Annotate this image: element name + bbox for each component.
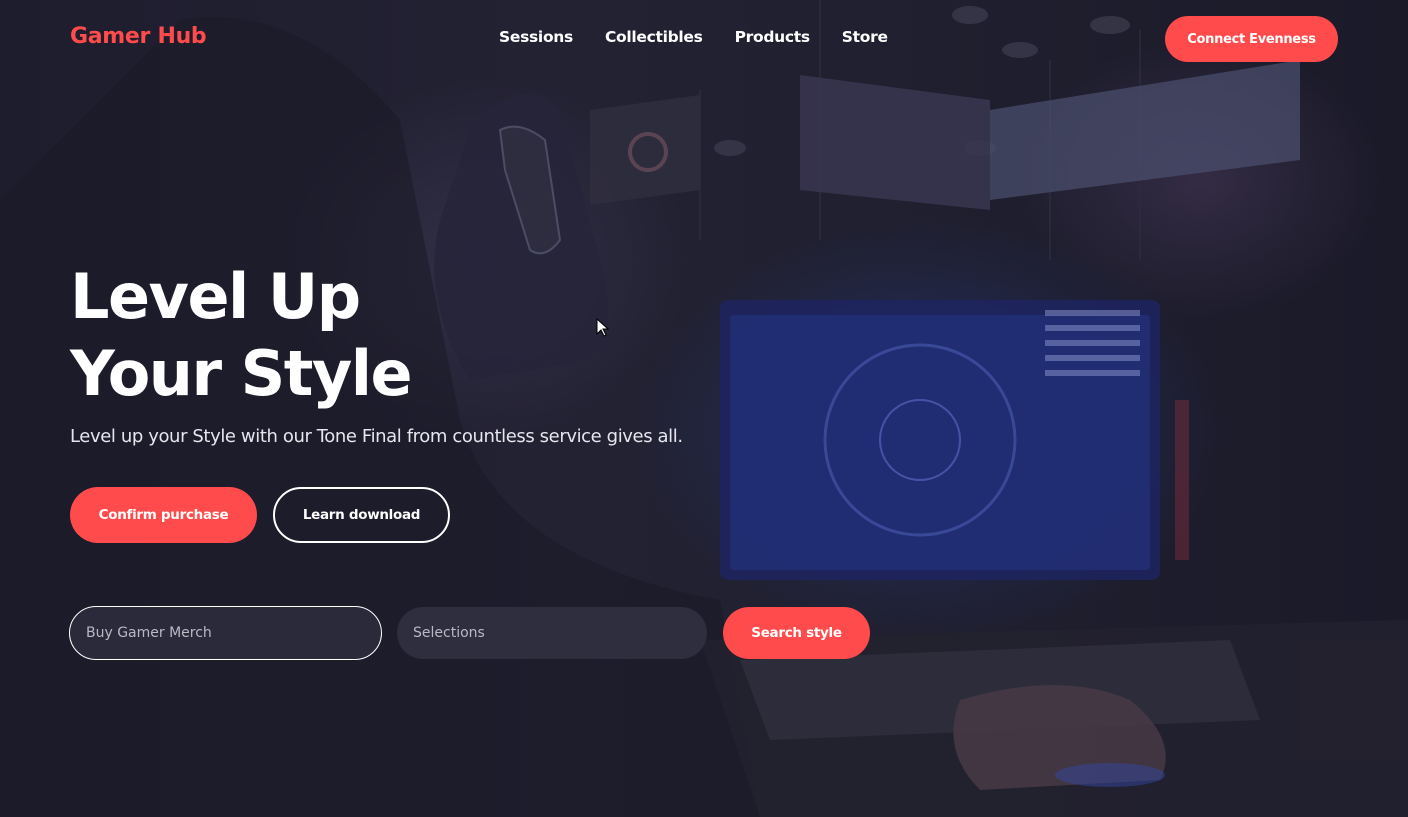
- hero-title-line-2: Your Style: [70, 337, 413, 410]
- search-style-button[interactable]: Search style: [723, 607, 870, 659]
- site-logo[interactable]: Gamer Hub: [70, 24, 207, 49]
- main-nav: Sessions Collectibles Products Store: [499, 28, 888, 46]
- hero-title-line-1: Level Up: [70, 260, 361, 333]
- connect-button[interactable]: Connect Evenness: [1165, 16, 1338, 62]
- nav-link-sessions[interactable]: Sessions: [499, 28, 573, 46]
- mouse-cursor-icon: [596, 318, 610, 337]
- nav-link-products[interactable]: Products: [735, 28, 811, 46]
- top-navigation-bar: Gamer Hub Sessions Collectibles Products…: [0, 0, 1408, 78]
- merch-search-input[interactable]: [69, 606, 382, 660]
- nav-link-collectibles[interactable]: Collectibles: [605, 28, 703, 46]
- selections-dropdown[interactable]: Selections: [397, 607, 707, 659]
- confirm-purchase-button[interactable]: Confirm purchase: [70, 487, 257, 543]
- hero-title: Level Up Your Style: [70, 258, 670, 412]
- nav-link-store[interactable]: Store: [842, 28, 888, 46]
- landing-page: Gamer Hub Sessions Collectibles Products…: [0, 0, 1408, 817]
- selections-dropdown-value: Selections: [413, 625, 485, 641]
- hero-subtitle: Level up your Style with our Tone Final …: [70, 426, 683, 447]
- learn-download-button[interactable]: Learn download: [273, 487, 450, 543]
